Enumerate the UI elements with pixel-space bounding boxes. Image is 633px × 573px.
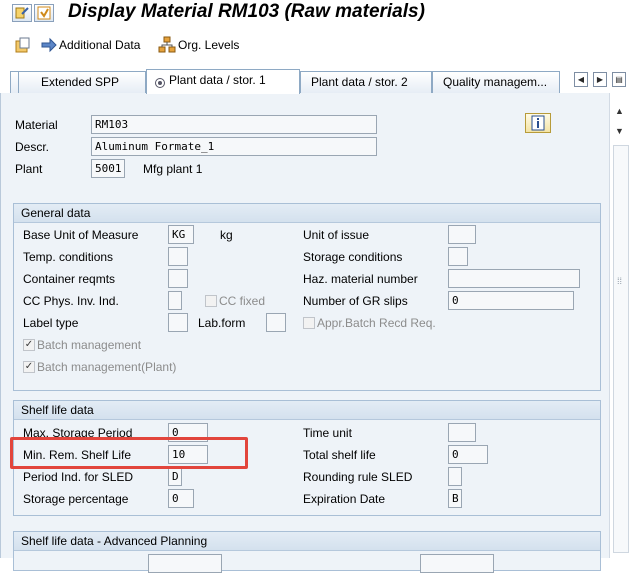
info-icon (531, 115, 545, 131)
descr-label: Descr. (15, 140, 50, 154)
lab-form-field[interactable] (266, 313, 286, 332)
container-reqmts-label: Container reqmts (23, 272, 116, 286)
tab-label: Plant data / stor. 2 (311, 75, 408, 89)
num-gr-slips-field[interactable]: 0 (448, 291, 574, 310)
tab-plant-data-stor-2[interactable]: Plant data / stor. 2 (300, 71, 432, 93)
material-label: Material (15, 118, 58, 132)
haz-material-label: Haz. material number (303, 272, 418, 286)
label-type-field[interactable] (168, 313, 188, 332)
total-shelf-life-label: Total shelf life (303, 448, 376, 462)
org-levels-button[interactable]: Org. Levels (178, 38, 239, 52)
arrow-right-icon[interactable] (40, 36, 58, 54)
description-field[interactable]: Aluminum Formate_1 (91, 137, 377, 156)
tab-plant-data-stor-1[interactable]: Plant data / stor. 1 (146, 69, 300, 94)
cc-fixed-label: CC fixed (219, 294, 266, 308)
tab-quality-management[interactable]: Quality managem... (432, 71, 560, 93)
plant-label: Plant (15, 162, 43, 176)
base-uom-label: Base Unit of Measure (23, 228, 139, 242)
temp-conditions-label: Temp. conditions (23, 250, 114, 264)
material-field[interactable]: RM103 (91, 115, 377, 134)
period-ind-sled-label: Period Ind. for SLED (23, 470, 134, 484)
cc-phys-inv-field[interactable] (168, 291, 182, 310)
storage-percentage-label: Storage percentage (23, 492, 129, 506)
tab-label: Quality managem... (443, 75, 548, 89)
time-unit-field[interactable] (448, 423, 476, 442)
tab-strip: Extended SPP Plant data / stor. 1 Plant … (0, 63, 633, 94)
container-reqmts-field[interactable] (168, 269, 188, 288)
active-tab-icon (154, 75, 166, 88)
group-title: Shelf life data - Advanced Planning (14, 532, 600, 551)
time-unit-label: Time unit (303, 426, 352, 440)
unit-of-issue-label: Unit of issue (303, 228, 370, 242)
tab-scroll-left-icon[interactable]: ◀ (574, 72, 588, 87)
label-type-label: Label type (23, 316, 79, 330)
appr-batch-label: Appr.Batch Recd Req. (317, 316, 436, 330)
base-uom-field[interactable]: KG (168, 225, 194, 244)
scroll-down-icon[interactable]: ▼ (615, 126, 624, 136)
rounding-rule-sled-field[interactable] (448, 467, 462, 486)
batch-management-checkbox[interactable]: ✓ (23, 339, 35, 351)
group-title: General data (14, 204, 600, 223)
tab-list-icon[interactable]: ▤ (612, 72, 626, 87)
tab-extended-spp[interactable]: Extended SPP (18, 71, 146, 93)
rounding-rule-sled-label: Rounding rule SLED (303, 470, 413, 484)
display-change-icon[interactable] (12, 4, 32, 22)
main-content: Material RM103 Descr. Aluminum Formate_1… (0, 93, 609, 573)
haz-material-field[interactable] (448, 269, 580, 288)
appr-batch-checkbox[interactable] (303, 317, 315, 329)
lab-form-label: Lab.form (198, 316, 246, 330)
temp-conditions-field[interactable] (168, 247, 188, 266)
tab-scroll-right-icon[interactable]: ▶ (593, 72, 607, 87)
advanced-planning-field-2[interactable] (420, 554, 494, 573)
tab-label: Plant data / stor. 1 (169, 73, 266, 87)
tab-label: Extended SPP (41, 75, 120, 89)
plant-field[interactable]: 5001 (91, 159, 125, 178)
shelf-life-advanced-planning-group: Shelf life data - Advanced Planning (13, 531, 601, 573)
expiration-date-label: Expiration Date (303, 492, 386, 506)
storage-percentage-field[interactable]: 0 (168, 489, 194, 508)
group-title: Shelf life data (14, 401, 600, 420)
scroll-up-icon[interactable]: ▲ (615, 106, 624, 116)
total-shelf-life-field[interactable]: 0 (448, 445, 488, 464)
batch-management-plant-label: Batch management(Plant) (37, 360, 177, 374)
vertical-scrollbar[interactable]: ▲ ▼ ⁞⁞ (609, 93, 633, 558)
highlight-box (10, 437, 248, 469)
expiration-date-field[interactable]: B (448, 489, 462, 508)
cc-fixed-checkbox[interactable] (205, 295, 217, 307)
num-gr-slips-label: Number of GR slips (303, 294, 408, 308)
batch-management-plant-checkbox[interactable]: ✓ (23, 361, 35, 373)
batch-management-label: Batch management (37, 338, 142, 352)
additional-data-button[interactable]: Additional Data (59, 38, 140, 52)
period-ind-sled-field[interactable]: D (168, 467, 182, 486)
create-document-icon[interactable] (14, 36, 32, 54)
general-data-group: General data Base Unit of Measure KG kg … (13, 203, 601, 391)
cc-phys-inv-label: CC Phys. Inv. Ind. (23, 294, 119, 308)
advanced-planning-field-1[interactable] (148, 554, 222, 573)
grip-icon: ⁞⁞ (617, 276, 623, 286)
info-button[interactable] (525, 113, 551, 133)
base-uom-text: kg (220, 228, 233, 242)
unit-of-issue-field[interactable] (448, 225, 476, 244)
application-toolbar: Additional Data Org. Levels (0, 29, 633, 63)
title-bar: Display Material RM103 (Raw materials) (0, 0, 633, 28)
org-levels-icon[interactable] (158, 36, 176, 54)
storage-conditions-field[interactable] (448, 247, 468, 266)
scroll-thumb[interactable]: ⁞⁞ (613, 145, 629, 553)
other-material-icon[interactable] (34, 4, 54, 22)
storage-conditions-label: Storage conditions (303, 250, 403, 264)
page-title: Display Material RM103 (Raw materials) (68, 1, 425, 22)
plant-name: Mfg plant 1 (143, 162, 203, 176)
